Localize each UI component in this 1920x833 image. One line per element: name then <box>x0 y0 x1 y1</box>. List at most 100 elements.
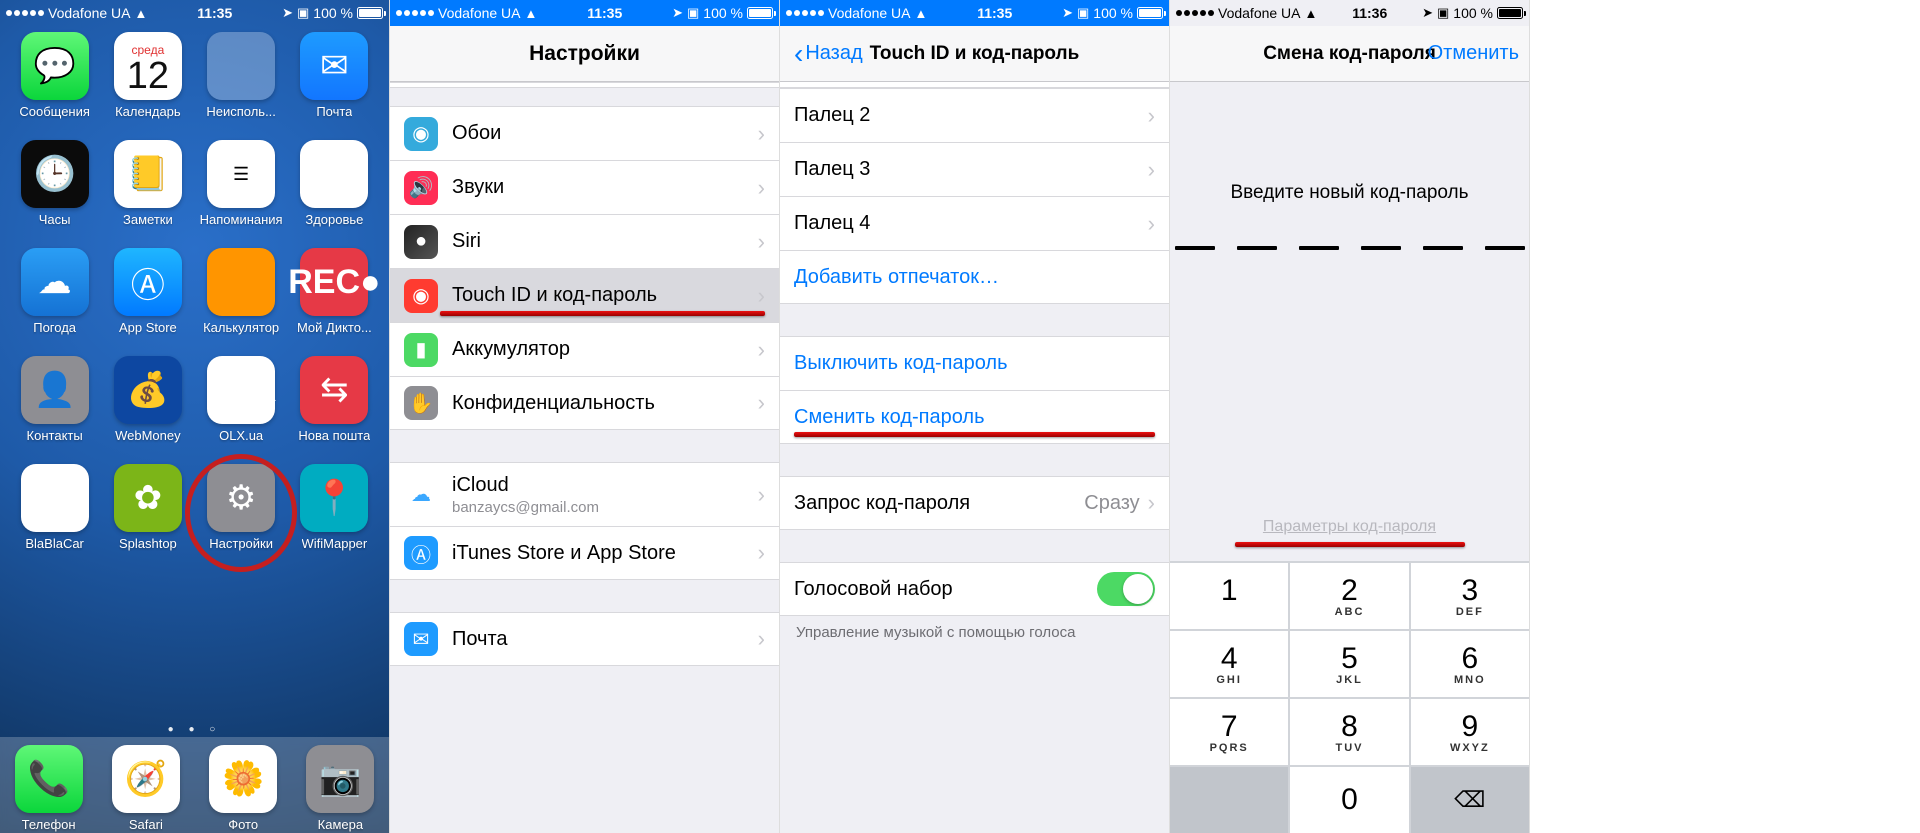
key-0[interactable]: 0 <box>1290 767 1408 833</box>
cell-wallp23er[interactable]: ◉ Обои › <box>390 106 779 160</box>
battery-settings-icon: ▮ <box>404 333 438 367</box>
webmoney-icon: 💰 <box>114 356 182 424</box>
icloud-icon: ☁ <box>404 478 438 512</box>
key-3[interactable]: 3DEF <box>1411 563 1529 629</box>
key-4[interactable]: 4GHI <box>1170 631 1288 697</box>
cell-siri[interactable]: ● Siri › <box>390 214 779 268</box>
chevron-right-icon: › <box>1148 157 1155 183</box>
weather-icon: ☁ <box>21 248 89 316</box>
settings-list[interactable]: ◉ Обои › 🔊 Звуки › ● Siri › ◉ Touch ID и… <box>390 82 779 833</box>
dock-camera[interactable]: 📷Камера <box>294 745 386 832</box>
app-contacts[interactable]: 👤Контакты <box>9 356 101 464</box>
cell-itunes[interactable]: Ⓐ iTunes Store и App Store › <box>390 526 779 580</box>
app-appstore[interactable]: ⒶApp Store <box>102 248 194 356</box>
location-icon: ➤ <box>1422 5 1433 21</box>
wifi-icon: ▲ <box>135 6 148 21</box>
app-messages[interactable]: 💬Сообщения <box>9 32 101 140</box>
app-recorder[interactable]: REC●Мой Дикто... <box>288 248 380 356</box>
app-reminders[interactable]: ☰Напоминания <box>195 140 287 248</box>
screenshot-icon: ▣ <box>297 5 309 21</box>
app-wifimapper[interactable]: 📍WifiMapper <box>288 464 380 572</box>
app-notes[interactable]: 📒Заметки <box>102 140 194 248</box>
app-calendar[interactable]: среда12Календарь <box>102 32 194 140</box>
app-mail[interactable]: ✉Почта <box>288 32 380 140</box>
privacy-icon: ✋ <box>404 386 438 420</box>
wallpaper-icon: ◉ <box>404 117 438 151</box>
page-indicator: ● ● ○ <box>0 724 389 735</box>
cell-finger-2[interactable]: Палец 2 › <box>780 88 1169 142</box>
cancel-button[interactable]: Отменить <box>1428 26 1519 81</box>
app-unused-folder[interactable]: Неисполь... <box>195 32 287 140</box>
carrier-label: Vodafone UA <box>438 5 521 21</box>
page-title: Touch ID и код-пароль <box>870 43 1080 65</box>
touchid-list[interactable]: Палец 2 › Палец 3 › Палец 4 › Добавить о… <box>780 82 1169 833</box>
cell-require-passcode[interactable]: Запрос код-пароля Сразу › <box>780 476 1169 530</box>
camera-icon: 📷 <box>306 745 374 813</box>
key-6[interactable]: 6MNO <box>1411 631 1529 697</box>
safari-icon: 🧭 <box>112 745 180 813</box>
cell-change-passcode[interactable]: Сменить код-пароль <box>780 390 1169 444</box>
cell-mail[interactable]: ✉ Почта › <box>390 612 779 666</box>
highlight-underline <box>1235 542 1465 547</box>
cell-battery[interactable]: ▮ Аккумулятор › <box>390 322 779 376</box>
carrier-label: Vodafone UA <box>48 5 131 21</box>
app-clock[interactable]: 🕒Часы <box>9 140 101 248</box>
sounds-icon: 🔊 <box>404 171 438 205</box>
pane-passcode: Vodafone UA ▲ 11:36 ➤ ▣ 100 % Смена код-… <box>1170 0 1530 833</box>
location-icon: ➤ <box>672 5 683 21</box>
novaposhta-icon: ⇆ <box>300 356 368 424</box>
cell-turnoff-passcode[interactable]: Выключить код-пароль <box>780 336 1169 390</box>
key-9[interactable]: 9WXYZ <box>1411 699 1529 765</box>
app-webmoney[interactable]: 💰WebMoney <box>102 356 194 464</box>
app-calculator[interactable]: Калькулятор <box>195 248 287 356</box>
battery-icon <box>1137 7 1163 19</box>
dock-photos[interactable]: 🌼Фото <box>197 745 289 832</box>
require-value: Сразу <box>1084 492 1139 515</box>
cell-voice-dial[interactable]: Голосовой набор <box>780 562 1169 616</box>
app-settings[interactable]: ⚙ Настройки <box>195 464 287 572</box>
cell-privacy[interactable]: ✋ Конфиденциальность › <box>390 376 779 430</box>
chevron-left-icon: ‹ <box>794 38 803 70</box>
cell-add-fingerprint[interactable]: Добавить отпечаток… <box>780 250 1169 304</box>
cell-finger-3[interactable]: Палец 3 › <box>780 142 1169 196</box>
wifi-icon: ▲ <box>915 6 928 21</box>
voice-toggle[interactable] <box>1097 572 1155 606</box>
key-7[interactable]: 7PQRS <box>1170 699 1288 765</box>
back-button[interactable]: ‹ Назад <box>786 26 871 81</box>
app-blablacar[interactable]: BlaBlaBlaBlaCar <box>9 464 101 572</box>
chevron-right-icon: › <box>1148 211 1155 237</box>
contacts-icon: 👤 <box>21 356 89 424</box>
dock-phone[interactable]: 📞Телефон <box>3 745 95 832</box>
app-splashtop[interactable]: ✿Splashtop <box>102 464 194 572</box>
splashtop-icon: ✿ <box>114 464 182 532</box>
key-5[interactable]: 5JKL <box>1290 631 1408 697</box>
app-novaposhta[interactable]: ⇆Нова пошта <box>288 356 380 464</box>
passcode-options-link[interactable]: Параметры код-пароля <box>1170 518 1529 547</box>
screenshot-icon: ▣ <box>687 5 699 21</box>
screenshot-icon: ▣ <box>1077 5 1089 21</box>
cell-finger-4[interactable]: Палец 4 › <box>780 196 1169 250</box>
app-health[interactable]: ❤Здоровье <box>288 140 380 248</box>
app-olx[interactable]: OLXOLX.ua <box>195 356 287 464</box>
dock-safari[interactable]: 🧭Safari <box>100 745 192 832</box>
phone-icon: 📞 <box>15 745 83 813</box>
cell-sounds[interactable]: 🔊 Звуки › <box>390 160 779 214</box>
clock-label: 11:36 <box>1317 5 1422 21</box>
chevron-right-icon: › <box>758 229 765 255</box>
blablacar-icon: BlaBla <box>21 464 89 532</box>
key-2[interactable]: 2ABC <box>1290 563 1408 629</box>
cell-touchid[interactable]: ◉ Touch ID и код-пароль › <box>390 268 779 322</box>
photos-icon: 🌼 <box>209 745 277 813</box>
health-icon: ❤ <box>300 140 368 208</box>
dock: 📞Телефон 🧭Safari 🌼Фото 📷Камера <box>0 737 389 833</box>
key-1[interactable]: 1 <box>1170 563 1288 629</box>
key-8[interactable]: 8TUV <box>1290 699 1408 765</box>
signal-icon <box>786 10 824 16</box>
passcode-dashes <box>1175 246 1525 250</box>
cell-icloud[interactable]: ☁ iCloud banzaycs@gmail.com › <box>390 462 779 526</box>
page-title: Смена код-пароля <box>1263 43 1436 65</box>
status-bar: Vodafone UA ▲ 11:35 ➤ ▣ 100 % <box>390 0 779 26</box>
key-backspace[interactable]: ⌫ <box>1411 767 1529 833</box>
pane-touchid: Vodafone UA ▲ 11:35 ➤ ▣ 100 % ‹ Назад To… <box>780 0 1170 833</box>
app-weather[interactable]: ☁Погода <box>9 248 101 356</box>
